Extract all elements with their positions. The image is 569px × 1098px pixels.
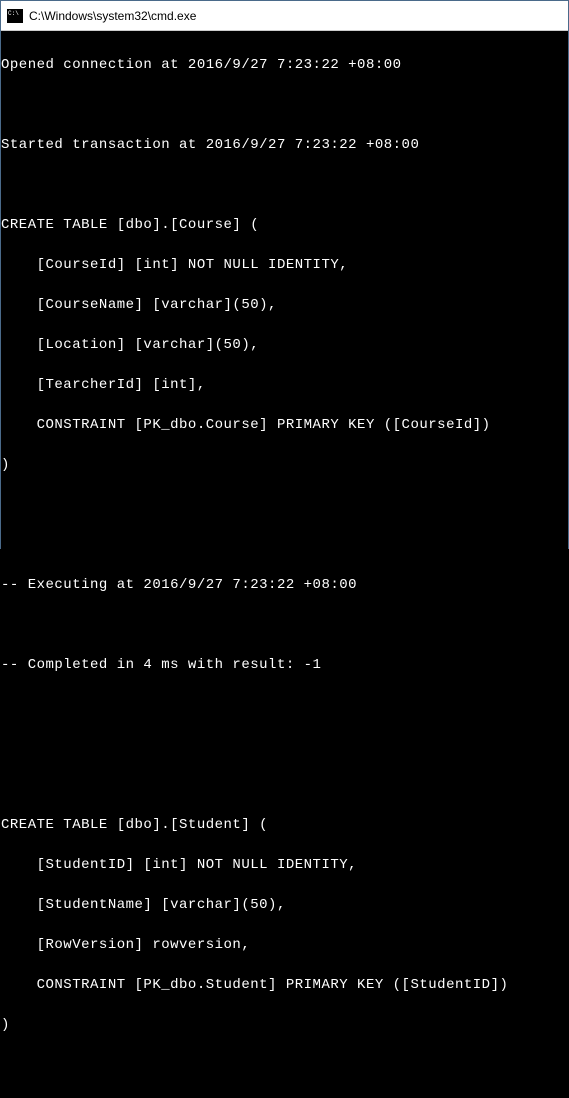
output-line: CONSTRAINT [PK_dbo.Course] PRIMARY KEY (… — [1, 415, 568, 435]
output-line: [StudentID] [int] NOT NULL IDENTITY, — [1, 855, 568, 875]
output-line: [TearcherId] [int], — [1, 375, 568, 395]
output-line — [1, 1095, 568, 1098]
output-line: [CourseName] [varchar](50), — [1, 295, 568, 315]
output-line — [1, 495, 568, 515]
output-line: [Location] [varchar](50), — [1, 335, 568, 355]
output-line: CREATE TABLE [dbo].[Course] ( — [1, 215, 568, 235]
output-line — [1, 535, 568, 555]
output-line: ) — [1, 455, 568, 475]
output-line: -- Completed in 4 ms with result: -1 — [1, 655, 568, 675]
window-titlebar[interactable]: C:\Windows\system32\cmd.exe — [1, 1, 568, 31]
output-line — [1, 175, 568, 195]
output-line — [1, 615, 568, 635]
output-line: -- Executing at 2016/9/27 7:23:22 +08:00 — [1, 575, 568, 595]
output-line: ) — [1, 1015, 568, 1035]
output-line: [StudentName] [varchar](50), — [1, 895, 568, 915]
output-line: CREATE TABLE [dbo].[Student] ( — [1, 815, 568, 835]
cmd-icon — [7, 9, 23, 23]
output-line: Opened connection at 2016/9/27 7:23:22 +… — [1, 55, 568, 75]
window-title: C:\Windows\system32\cmd.exe — [29, 9, 196, 23]
output-line: [RowVersion] rowversion, — [1, 935, 568, 955]
output-line — [1, 775, 568, 795]
output-line — [1, 695, 568, 715]
output-line: [CourseId] [int] NOT NULL IDENTITY, — [1, 255, 568, 275]
output-line: CONSTRAINT [PK_dbo.Student] PRIMARY KEY … — [1, 975, 568, 995]
output-line — [1, 1055, 568, 1075]
terminal-output: Opened connection at 2016/9/27 7:23:22 +… — [1, 31, 568, 1098]
output-line — [1, 95, 568, 115]
output-line — [1, 735, 568, 755]
output-line: Started transaction at 2016/9/27 7:23:22… — [1, 135, 568, 155]
